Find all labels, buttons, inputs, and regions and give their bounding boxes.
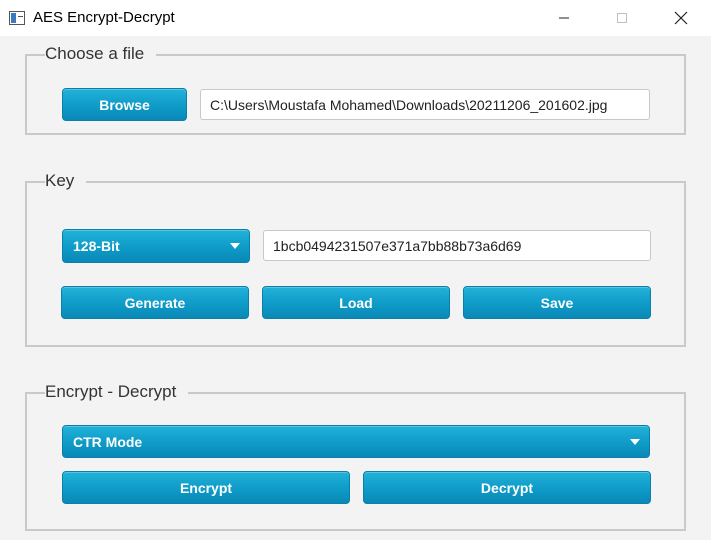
save-button-label: Save: [540, 294, 574, 311]
browse-button[interactable]: Browse: [62, 88, 187, 121]
chevron-down-icon: [230, 243, 240, 249]
file-group-title: Choose a file: [45, 44, 157, 64]
key-value-field[interactable]: 1bcb0494231507e371a7bb88b73a6d69: [263, 230, 651, 261]
maximize-icon: [617, 13, 627, 23]
app-icon: [9, 11, 25, 25]
key-size-selected: 128-Bit: [73, 238, 120, 254]
mode-dropdown[interactable]: CTR Mode: [62, 425, 650, 458]
file-path-field[interactable]: C:\Users\Moustafa Mohamed\Downloads\2021…: [200, 89, 650, 120]
minimize-button[interactable]: [541, 0, 587, 36]
crypt-group-title: Encrypt - Decrypt: [45, 382, 189, 402]
window-title: AES Encrypt-Decrypt: [33, 9, 175, 26]
load-button-label: Load: [339, 294, 373, 311]
key-group: Key: [25, 171, 686, 347]
crypt-group: Encrypt - Decrypt: [25, 382, 686, 531]
save-button[interactable]: Save: [463, 286, 651, 319]
key-group-title: Key: [45, 171, 87, 191]
decrypt-button[interactable]: Decrypt: [363, 471, 651, 504]
decrypt-button-label: Decrypt: [480, 479, 534, 496]
key-size-dropdown[interactable]: 128-Bit: [62, 229, 250, 263]
maximize-button[interactable]: [599, 0, 645, 36]
generate-button[interactable]: Generate: [61, 286, 249, 319]
browse-button-label: Browse: [99, 96, 150, 113]
title-bar: AES Encrypt-Decrypt: [0, 0, 711, 36]
close-icon: [674, 11, 688, 25]
chevron-down-icon: [630, 438, 640, 445]
generate-button-label: Generate: [124, 294, 186, 311]
encrypt-button[interactable]: Encrypt: [62, 471, 350, 504]
mode-selected: CTR Mode: [73, 433, 143, 450]
encrypt-button-label: Encrypt: [179, 479, 233, 496]
close-button[interactable]: [658, 0, 704, 36]
load-button[interactable]: Load: [262, 286, 450, 319]
minimize-icon: [559, 17, 569, 19]
